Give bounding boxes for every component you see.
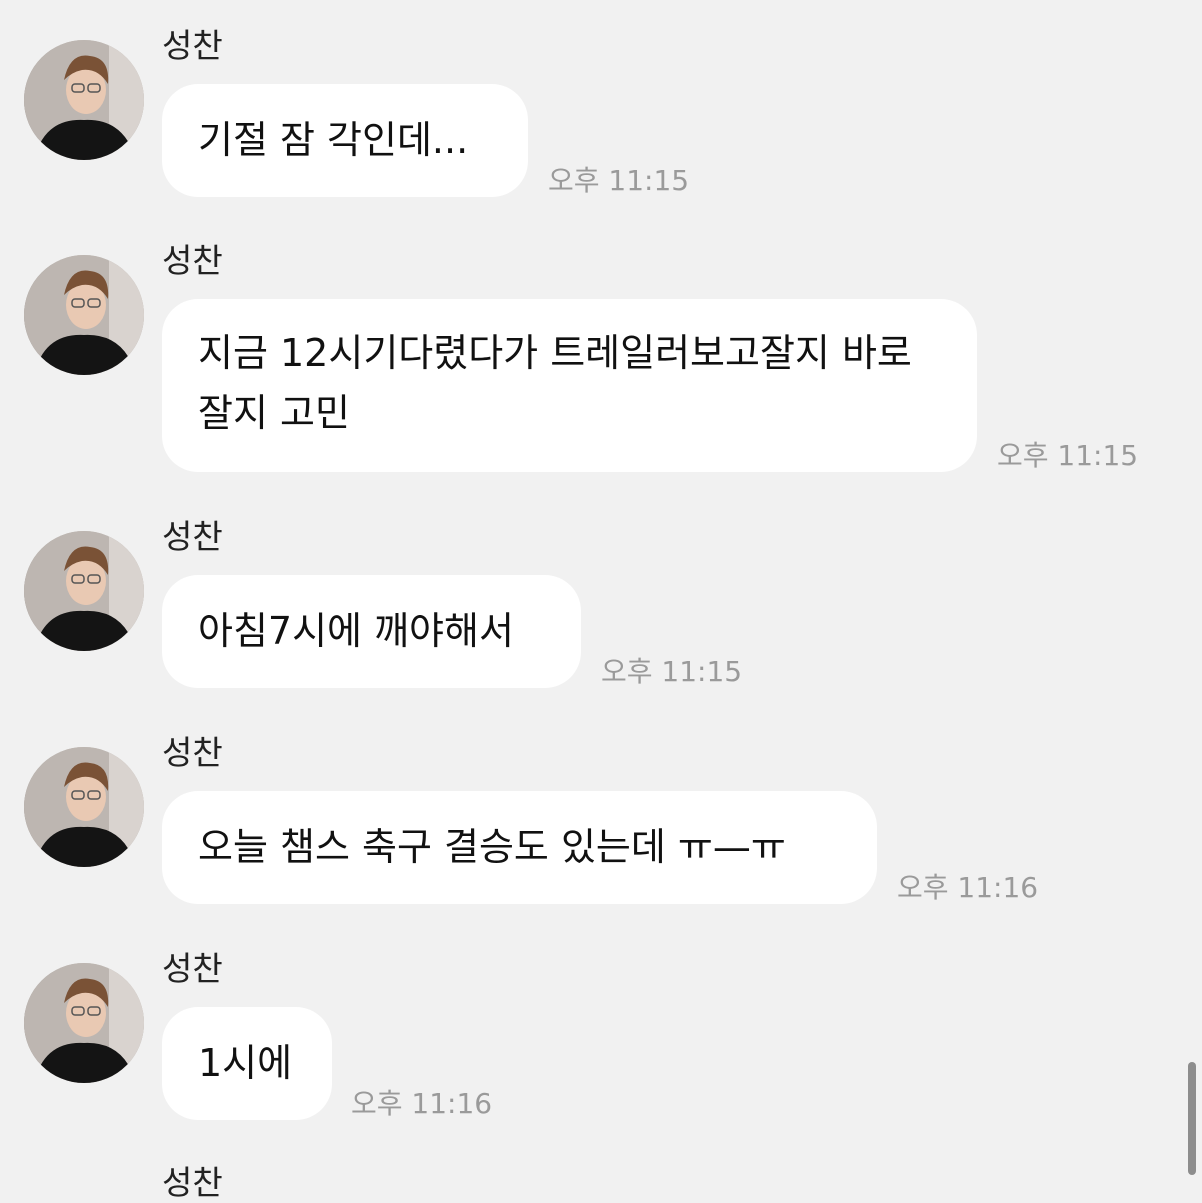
- sender-name: 성찬: [162, 949, 223, 988]
- message-time: 오후 11:15: [548, 164, 690, 197]
- message-bubble[interactable]: 오늘 챔스 축구 결승도 있는데 ㅠ—ㅠ: [162, 791, 877, 904]
- avatar[interactable]: [24, 40, 144, 160]
- scrollbar[interactable]: [1188, 1062, 1196, 1175]
- sender-name: 성찬: [162, 733, 223, 772]
- message-time: 오후 11:15: [601, 655, 743, 688]
- message-time: 오후 11:16: [351, 1087, 493, 1120]
- avatar[interactable]: [24, 255, 144, 375]
- message-bubble[interactable]: 기절 잠 각인데...: [162, 84, 528, 197]
- sender-name: 성찬: [162, 26, 223, 65]
- message-time: 오후 11:15: [997, 439, 1139, 472]
- sender-name: 성찬: [162, 241, 223, 280]
- sender-name: 성찬: [162, 517, 223, 556]
- avatar[interactable]: [24, 747, 144, 867]
- message-bubble[interactable]: 아침7시에 깨야해서: [162, 575, 581, 688]
- avatar[interactable]: [24, 531, 144, 651]
- message-time: 오후 11:16: [897, 871, 1039, 904]
- sender-name-partial: 성찬: [162, 1163, 223, 1202]
- avatar[interactable]: [24, 963, 144, 1083]
- chat-message-list[interactable]: 성찬 기절 잠 각인데... 오후 11:15 성찬 지금 12시기다렸다가 트…: [0, 0, 1202, 1202]
- message-bubble[interactable]: 지금 12시기다렸다가 트레일러보고잘지 바로 잘지 고민: [162, 299, 977, 472]
- message-bubble[interactable]: 1시에: [162, 1007, 332, 1120]
